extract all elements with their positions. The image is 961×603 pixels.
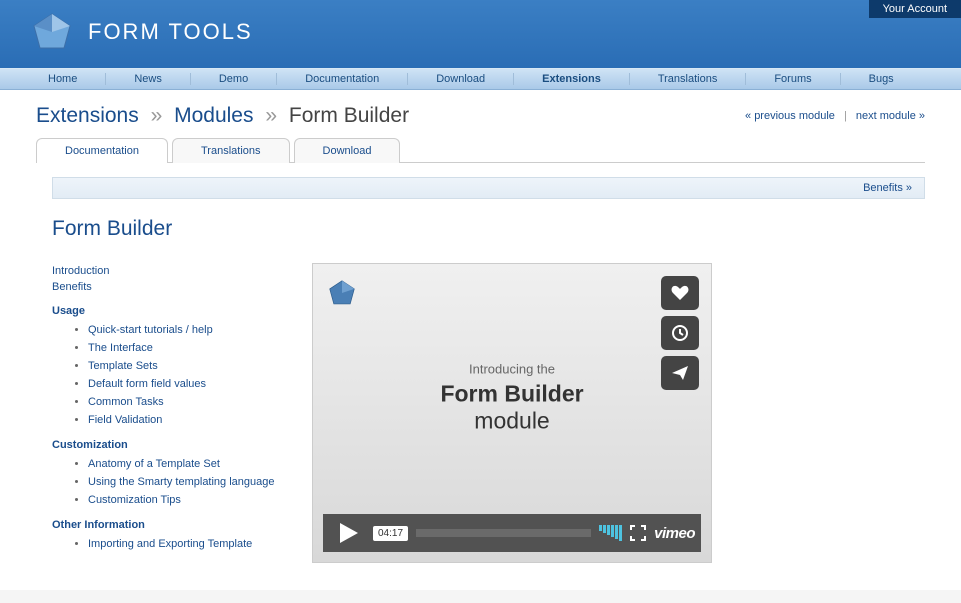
sidebar-section-head: Usage (52, 301, 282, 321)
nav-download[interactable]: Download (408, 73, 514, 85)
tab-translations[interactable]: Translations (172, 138, 290, 163)
list-item: Importing and Exporting Template (88, 535, 282, 553)
list-item: Quick-start tutorials / help (88, 321, 282, 339)
list-item: Anatomy of a Template Set (88, 455, 282, 473)
next-module-link[interactable]: next module » (856, 110, 925, 122)
previous-module-link[interactable]: « previous module (745, 110, 835, 122)
sidebar-link[interactable]: Quick-start tutorials / help (88, 322, 282, 338)
list-item: Field Validation (88, 411, 282, 429)
sidebar-link[interactable]: Default form field values (88, 376, 282, 392)
play-icon (340, 523, 358, 543)
nav-extensions[interactable]: Extensions (514, 73, 630, 85)
share-icon (671, 365, 689, 381)
sidebar-link[interactable]: Benefits (52, 279, 282, 295)
breadcrumb: Extensions » Modules » Form Builder (36, 104, 409, 128)
video-player[interactable]: Introducing the Form Builder module 04:1… (312, 263, 712, 563)
logo-text: FORM TOOLS (88, 19, 253, 45)
page-title: Form Builder (52, 217, 925, 241)
list-item: Default form field values (88, 375, 282, 393)
video-action-buttons (661, 276, 699, 390)
progress-bar[interactable] (416, 529, 591, 537)
sidebar-section-head: Customization (52, 435, 282, 455)
benefits-bar[interactable]: Benefits » (52, 177, 925, 199)
nav-documentation[interactable]: Documentation (277, 73, 408, 85)
tabs: DocumentationTranslationsDownload (36, 138, 925, 163)
account-link[interactable]: Your Account (869, 0, 961, 18)
module-nav: « previous module | next module » (745, 110, 925, 122)
sidebar-link[interactable]: The Interface (88, 340, 282, 356)
video-title-overlay: Introducing the Form Builder module (413, 362, 612, 435)
volume-control[interactable] (599, 525, 622, 541)
vimeo-logo[interactable]: vimeo (654, 525, 695, 542)
like-button[interactable] (661, 276, 699, 310)
sidebar-nav: IntroductionBenefits UsageQuick-start tut… (52, 263, 282, 563)
main-nav: HomeNewsDemoDocumentationDownloadExtensi… (0, 68, 961, 90)
sidebar-link[interactable]: Common Tasks (88, 394, 282, 410)
nav-news[interactable]: News (106, 73, 191, 85)
list-item: Customization Tips (88, 491, 282, 509)
list-item: Using the Smarty templating language (88, 473, 282, 491)
nav-translations[interactable]: Translations (630, 73, 747, 85)
video-duration: 04:17 (373, 526, 408, 541)
nav-bugs[interactable]: Bugs (841, 73, 922, 85)
watch-later-button[interactable] (661, 316, 699, 350)
nav-demo[interactable]: Demo (191, 73, 277, 85)
sidebar-section-list: Anatomy of a Template Set Using the Smart… (52, 455, 282, 509)
sidebar-link[interactable]: Importing and Exporting Template (88, 536, 282, 552)
fullscreen-icon[interactable] (630, 525, 646, 541)
logo-icon (30, 10, 74, 54)
list-item: The Interface (88, 339, 282, 357)
tab-content: Benefits » Form Builder IntroductionBene… (36, 162, 925, 563)
tab-download[interactable]: Download (294, 138, 401, 163)
breadcrumb-current: Form Builder (289, 104, 409, 127)
video-logo-icon (327, 278, 357, 308)
video-controls: 04:17 vimeo (323, 514, 701, 552)
sidebar-link[interactable]: Introduction (52, 263, 282, 279)
sidebar-section-head: Other Information (52, 515, 282, 535)
sidebar-section-list: Importing and Exporting Template (52, 535, 282, 553)
sidebar-section-list: Quick-start tutorials / help The Interfac… (52, 321, 282, 429)
logo-area[interactable]: FORM TOOLS (0, 0, 961, 64)
list-item: Template Sets (88, 357, 282, 375)
tab-documentation[interactable]: Documentation (36, 138, 168, 163)
header: Your Account FORM TOOLS (0, 0, 961, 68)
sidebar-link[interactable]: Template Sets (88, 358, 282, 374)
sidebar-link[interactable]: Customization Tips (88, 492, 282, 508)
content: Extensions » Modules » Form Builder « pr… (0, 90, 961, 590)
nav-home[interactable]: Home (20, 73, 106, 85)
breadcrumb-modules[interactable]: Modules (174, 104, 253, 127)
heart-icon (671, 285, 689, 301)
nav-forums[interactable]: Forums (746, 73, 840, 85)
breadcrumb-extensions[interactable]: Extensions (36, 104, 139, 127)
clock-icon (671, 324, 689, 342)
sidebar-link[interactable]: Using the Smarty templating language (88, 474, 282, 490)
list-item: Common Tasks (88, 393, 282, 411)
sidebar-link[interactable]: Field Validation (88, 412, 282, 428)
play-button[interactable] (329, 518, 369, 548)
share-button[interactable] (661, 356, 699, 390)
sidebar-link[interactable]: Anatomy of a Template Set (88, 456, 282, 472)
